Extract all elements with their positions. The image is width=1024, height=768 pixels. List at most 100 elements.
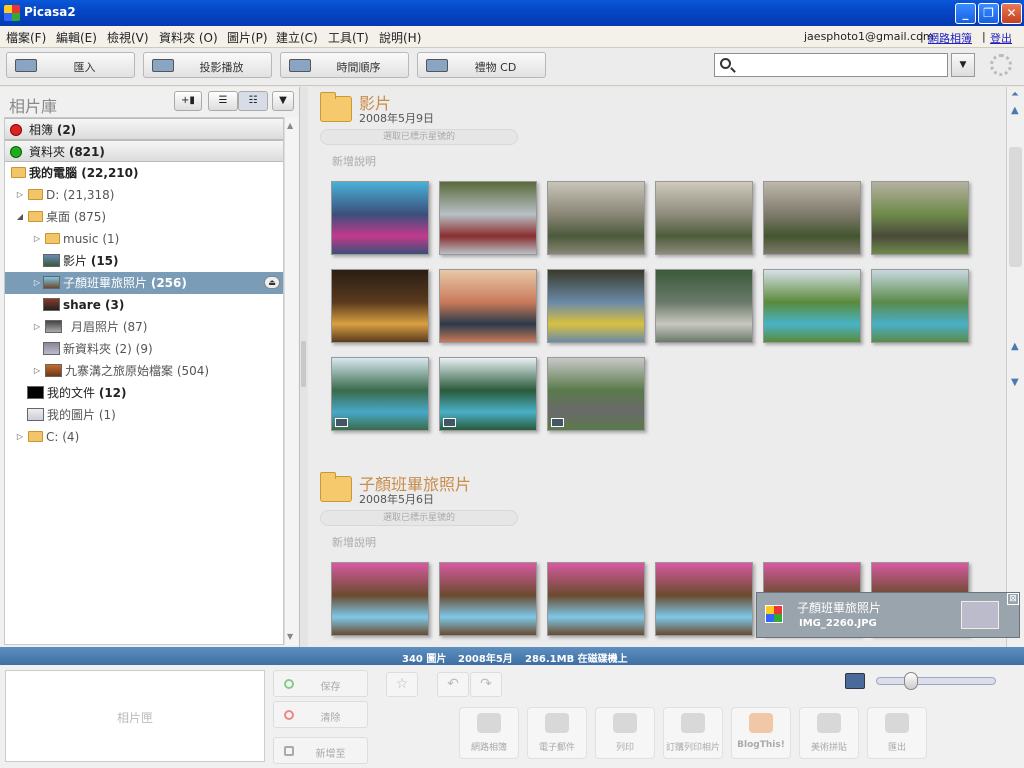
gift-cd-button[interactable]: 禮物 CD xyxy=(417,52,546,78)
scroll-thumb[interactable] xyxy=(1009,147,1022,267)
tree-item-yuemei[interactable]: ▷ 月眉照片 (87) xyxy=(5,316,283,338)
tree-item-d-drive[interactable]: ▷ D: (21,318) xyxy=(5,184,283,206)
rotate-left-button[interactable]: ↶ xyxy=(437,672,469,697)
scroll-down-icon[interactable]: ▼ xyxy=(287,632,293,641)
add-to-button[interactable]: 新增至 xyxy=(273,737,368,764)
search-box[interactable] xyxy=(714,53,948,77)
photo-thumbnail[interactable] xyxy=(871,269,969,343)
folders-section[interactable]: 資料夾 (821) xyxy=(5,140,283,162)
expand-arrow-icon[interactable]: ▷ xyxy=(32,272,42,294)
photo-thumbnail[interactable] xyxy=(439,181,537,255)
photo-thumbnail[interactable] xyxy=(547,181,645,255)
photo-thumbnail[interactable] xyxy=(547,357,645,431)
library-menu-button[interactable]: ▼ xyxy=(272,91,294,111)
menu-picture[interactable]: 圖片(P) xyxy=(227,29,268,46)
splitter-grip[interactable] xyxy=(301,341,306,387)
menu-tools[interactable]: 工具(T) xyxy=(328,29,369,46)
menu-file[interactable]: 檔案(F) xyxy=(6,29,46,46)
notification-close-icon[interactable]: ⊠ xyxy=(1007,593,1019,605)
photo-thumbnail[interactable] xyxy=(547,562,645,636)
rotate-right-button[interactable]: ↷ xyxy=(470,672,502,697)
search-input[interactable] xyxy=(737,56,942,74)
photo-thumbnail[interactable] xyxy=(331,357,429,431)
photo-thumbnail[interactable] xyxy=(439,562,537,636)
photo-thumbnail[interactable] xyxy=(439,269,537,343)
add-description-field[interactable]: 新增說明 xyxy=(332,534,376,550)
clear-button[interactable]: 清除 xyxy=(273,701,368,728)
order-prints-button[interactable]: 訂購列印相片 xyxy=(663,707,723,759)
library-scrollbar[interactable]: ▲ ▼ xyxy=(284,117,298,645)
import-button[interactable]: 匯入 xyxy=(6,52,135,78)
tree-item-my-documents[interactable]: 我的文件 (12) xyxy=(5,382,283,404)
photo-thumbnail[interactable] xyxy=(763,269,861,343)
timeline-button[interactable]: 時間順序 xyxy=(280,52,409,78)
photo-thumbnail[interactable] xyxy=(871,181,969,255)
photo-thumbnail[interactable] xyxy=(547,269,645,343)
web-album-upload-button[interactable]: 網路相簿 xyxy=(459,707,519,759)
menu-folder[interactable]: 資料夾 (O) xyxy=(159,29,218,46)
tree-item-share[interactable]: share (3) xyxy=(5,294,283,316)
collapse-arrow-icon[interactable]: ◢ xyxy=(15,206,25,228)
photo-thumbnail[interactable] xyxy=(763,181,861,255)
email-button[interactable]: 電子郵件 xyxy=(527,707,587,759)
select-starred-button[interactable]: 選取已標示星號的 xyxy=(320,510,518,526)
menu-help[interactable]: 說明(H) xyxy=(379,29,421,46)
expand-arrow-icon[interactable]: ▷ xyxy=(32,228,42,250)
expand-arrow-icon[interactable]: ▷ xyxy=(15,184,25,206)
page-down-icon[interactable]: ▼ xyxy=(1011,377,1019,388)
menu-view[interactable]: 檢視(V) xyxy=(107,29,149,46)
search-dropdown-button[interactable]: ▼ xyxy=(951,53,975,77)
tree-item-jiuzhaigou[interactable]: ▷ 九寨溝之旅原始檔案 (504) xyxy=(5,360,283,382)
close-button[interactable]: ✕ xyxy=(1001,3,1022,24)
slideshow-button[interactable]: 投影播放 xyxy=(143,52,272,78)
tree-item-my-pictures[interactable]: 我的圖片 (1) xyxy=(5,404,283,426)
scroll-top-icon[interactable]: ⏶ xyxy=(1011,89,1019,100)
maximize-button[interactable]: ❐ xyxy=(978,3,999,24)
tree-item-my-computer[interactable]: 我的電腦 (22,210) xyxy=(5,162,283,184)
logout-link[interactable]: 登出 xyxy=(990,30,1012,46)
minimize-button[interactable]: _ xyxy=(955,3,976,24)
collage-button[interactable]: 美術拼貼 xyxy=(799,707,859,759)
blogthis-button[interactable]: BlogThis! xyxy=(731,707,791,759)
panel-splitter[interactable] xyxy=(300,87,308,647)
collapse-toggle-icon[interactable] xyxy=(10,124,22,136)
photo-thumbnail[interactable] xyxy=(331,562,429,636)
tree-item-c-drive[interactable]: ▷ C: (4) xyxy=(5,426,283,448)
tree-view-button[interactable]: ☷ xyxy=(238,91,268,111)
upload-notification[interactable]: 子顏班畢旅照片 IMG_2260.JPG ⊠ xyxy=(756,592,1020,638)
select-starred-button[interactable]: 選取已標示星號的 xyxy=(320,129,518,145)
thumbnail-size-slider[interactable] xyxy=(876,672,996,690)
photo-thumbnail[interactable] xyxy=(655,269,753,343)
add-album-button[interactable]: +▮ xyxy=(174,91,202,111)
expand-arrow-icon[interactable]: ▷ xyxy=(32,316,42,338)
export-button[interactable]: 匯出 xyxy=(867,707,927,759)
expand-toggle-icon[interactable] xyxy=(10,146,22,158)
scroll-up-icon[interactable]: ▲ xyxy=(287,121,293,130)
add-description-field[interactable]: 新增說明 xyxy=(332,153,376,169)
tree-item-videos[interactable]: 影片 (15) xyxy=(5,250,283,272)
lightbox-scrollbar[interactable]: ⏶ ▲ ▲ ▼ xyxy=(1006,87,1024,647)
print-button[interactable]: 列印 xyxy=(595,707,655,759)
expand-arrow-icon[interactable]: ▷ xyxy=(15,426,25,448)
list-view-button[interactable]: ☰ xyxy=(208,91,238,111)
photo-thumbnail[interactable] xyxy=(439,357,537,431)
tree-item-music[interactable]: ▷ music (1) xyxy=(5,228,283,250)
tree-item-class-trip[interactable]: ▷ 子顏班畢旅照片 (256) ⏏ xyxy=(5,272,283,294)
menu-create[interactable]: 建立(C) xyxy=(276,29,318,46)
page-up-icon[interactable]: ▲ xyxy=(1011,341,1019,352)
tree-item-desktop[interactable]: ◢ 桌面 (875) xyxy=(5,206,283,228)
photo-thumbnail[interactable] xyxy=(331,181,429,255)
hold-button[interactable]: 保存 xyxy=(273,670,368,697)
photo-tray[interactable]: 相片匣 xyxy=(5,670,265,762)
expand-arrow-icon[interactable]: ▷ xyxy=(32,360,42,382)
menu-edit[interactable]: 編輯(E) xyxy=(56,29,97,46)
slider-handle[interactable] xyxy=(903,672,918,690)
photo-thumbnail[interactable] xyxy=(331,269,429,343)
star-button[interactable]: ☆ xyxy=(386,672,418,697)
web-albums-link[interactable]: 網路相簿 xyxy=(928,30,972,46)
eject-icon[interactable]: ⏏ xyxy=(264,276,280,289)
photo-thumbnail[interactable] xyxy=(655,181,753,255)
photo-thumbnail[interactable] xyxy=(655,562,753,636)
albums-section[interactable]: 相簿 (2) xyxy=(5,118,283,140)
tree-item-new-folder[interactable]: 新資料夾 (2) (9) xyxy=(5,338,283,360)
